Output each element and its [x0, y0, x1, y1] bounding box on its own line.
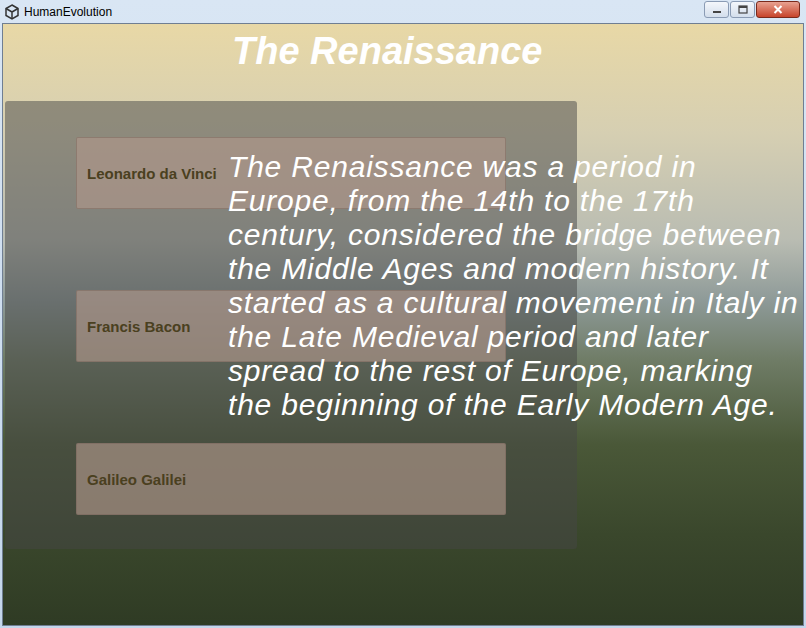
title-bar: HumanEvolution: [0, 0, 806, 23]
scene-view: The Renaissance Leonardo da Vinci Francis…: [2, 23, 804, 626]
person-button[interactable]: Galileo Galilei: [76, 443, 506, 515]
close-icon: [773, 5, 783, 14]
maximize-button[interactable]: [730, 1, 755, 18]
page-heading: The Renaissance: [232, 30, 803, 72]
unity-logo-icon: [4, 4, 20, 20]
app-window: HumanEvolution The Renaissance Leonardo …: [0, 0, 806, 628]
person-label: Galileo Galilei: [87, 471, 186, 488]
description-text: The Renaissance was a period in Europe, …: [228, 150, 800, 422]
window-title: HumanEvolution: [24, 5, 700, 19]
person-label: Francis Bacon: [87, 318, 190, 335]
minimize-button[interactable]: [704, 1, 729, 18]
person-label: Leonardo da Vinci: [87, 165, 217, 182]
maximize-icon: [738, 5, 748, 14]
close-button[interactable]: [756, 1, 800, 18]
minimize-icon: [712, 6, 722, 14]
